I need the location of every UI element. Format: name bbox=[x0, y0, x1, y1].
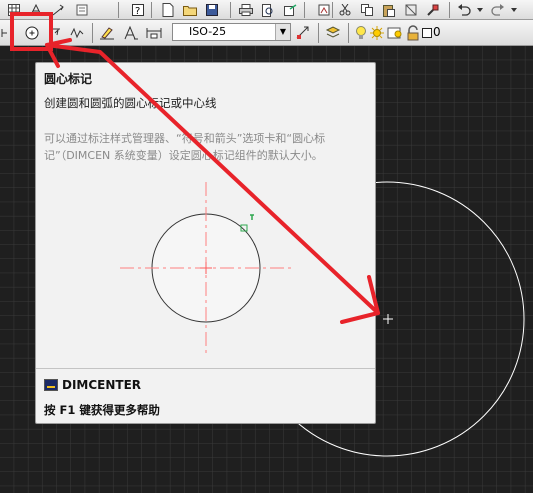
annotation-arrow bbox=[45, 38, 380, 324]
